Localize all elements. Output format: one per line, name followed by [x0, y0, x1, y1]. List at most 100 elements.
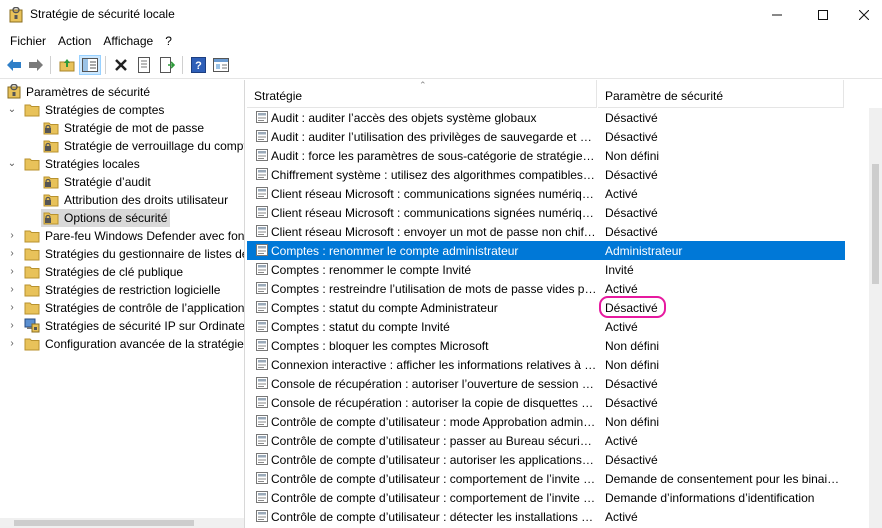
- policy-row[interactable]: Comptes : statut du compte Administrateu…: [247, 296, 845, 318]
- policy-row[interactable]: Contrôle de compte d’utilisateur : mode …: [247, 412, 845, 431]
- tree-item-label: Stratégies locales: [45, 157, 140, 171]
- maximize-button[interactable]: [800, 0, 846, 30]
- tree-item-ip-security[interactable]: › Stratégies de sécurité IP sur Ordinate…: [0, 317, 245, 335]
- toolbar: ?: [0, 52, 882, 79]
- chevron-down-icon[interactable]: ⌄: [7, 158, 17, 170]
- tree-item-account-policies[interactable]: ⌄ Stratégies de comptes: [0, 101, 244, 119]
- tree-item-security-options[interactable]: Options de sécurité: [0, 209, 244, 227]
- policy-row[interactable]: Console de récupération : autoriser l’ou…: [247, 374, 845, 393]
- delete-button[interactable]: [110, 55, 132, 75]
- lock-folder-icon: [43, 194, 59, 207]
- column-header-setting[interactable]: Paramètre de sécurité: [598, 80, 844, 108]
- policy-row[interactable]: Comptes : renommer le compte Invité Invit…: [247, 260, 845, 279]
- policy-row[interactable]: Comptes : bloquer les comptes Microsoft N…: [247, 336, 845, 355]
- properties-button[interactable]: [133, 55, 155, 75]
- console-button[interactable]: [210, 55, 232, 75]
- tree-item-software-restriction[interactable]: › Stratégies de restriction logicielle: [0, 281, 244, 299]
- menu-action[interactable]: Action: [52, 34, 97, 48]
- policy-name: Chiffrement système : utilisez des algor…: [271, 168, 597, 182]
- policy-row[interactable]: Contrôle de compte d’utilisateur : compo…: [247, 469, 845, 488]
- policy-name: Contrôle de compte d’utilisateur : autor…: [271, 453, 597, 467]
- policy-row[interactable]: Audit : auditer l’accès des objets systè…: [247, 108, 845, 127]
- menu-affichage[interactable]: Affichage: [97, 34, 159, 48]
- tree-item-security-settings[interactable]: Paramètres de sécurité: [0, 83, 244, 101]
- tree-item-application-control[interactable]: › Stratégies de contrôle de l’applicatio…: [0, 299, 244, 317]
- tree-item-local-policies[interactable]: ⌄ Stratégies locales: [0, 155, 244, 173]
- policy-row[interactable]: Chiffrement système : utilisez des algor…: [247, 165, 845, 184]
- chevron-right-icon[interactable]: ›: [7, 248, 17, 260]
- menu-fichier[interactable]: Fichier: [4, 34, 52, 48]
- back-button[interactable]: [3, 55, 25, 75]
- tree-item-advanced-audit[interactable]: › Configuration avancée de la stratégie …: [0, 335, 244, 353]
- policy-row[interactable]: Comptes : statut du compte Invité Activé: [247, 317, 845, 336]
- tree-item-user-rights[interactable]: Attribution des droits utilisateur: [0, 191, 244, 209]
- policy-name: Comptes : renommer le compte Invité: [271, 263, 472, 277]
- window-title: Stratégie de sécurité locale: [30, 7, 175, 21]
- policy-setting-icon: [256, 301, 268, 313]
- policy-row[interactable]: Console de récupération : autoriser la c…: [247, 393, 845, 412]
- security-setting-value: Désactivé: [605, 396, 658, 410]
- policy-setting-icon: [256, 225, 268, 237]
- tree-item-public-key[interactable]: › Stratégies de clé publique: [0, 263, 244, 281]
- chevron-right-icon[interactable]: ›: [7, 230, 17, 242]
- tree-horizontal-scrollbar[interactable]: [0, 518, 244, 528]
- policy-row[interactable]: Comptes : renommer le compte administrat…: [247, 241, 845, 260]
- tree-item-label: Stratégies du gestionnaire de listes de …: [45, 247, 244, 261]
- chevron-right-icon[interactable]: ›: [7, 338, 17, 350]
- minimize-button[interactable]: [754, 0, 800, 30]
- policy-name: Comptes : restreindre l’utilisation de m…: [271, 282, 597, 296]
- chevron-right-icon[interactable]: ›: [7, 266, 17, 278]
- tree-item-defender-firewall[interactable]: › Pare-feu Windows Defender avec fonctio…: [0, 227, 244, 245]
- policy-name: Client réseau Microsoft : envoyer un mot…: [271, 225, 597, 239]
- policy-setting-icon: [256, 130, 268, 142]
- security-setting-value: Demande de consentement pour les binaire…: [605, 472, 843, 486]
- toolbar-separator: [182, 56, 183, 74]
- security-setting-value: Activé: [605, 510, 638, 524]
- toolbar-separator: [105, 56, 106, 74]
- chevron-right-icon[interactable]: ›: [7, 302, 17, 314]
- delete-icon: [115, 59, 127, 71]
- tree-item-password-policy[interactable]: Stratégie de mot de passe: [0, 119, 244, 137]
- policy-name: Contrôle de compte d’utilisateur : compo…: [271, 491, 597, 505]
- export-list-button[interactable]: [156, 55, 178, 75]
- tree-item-label: Stratégie d’audit: [64, 175, 151, 189]
- tree-item-lockout-policy[interactable]: Stratégie de verrouillage du compte: [0, 137, 244, 155]
- policy-row[interactable]: Audit : auditer l’utilisation des privil…: [247, 127, 845, 146]
- chevron-down-icon[interactable]: ⌄: [7, 104, 17, 116]
- chevron-right-icon[interactable]: ›: [7, 284, 17, 296]
- list-vertical-scrollbar[interactable]: [869, 108, 882, 528]
- tree-item-label: Attribution des droits utilisateur: [64, 193, 229, 207]
- policy-row[interactable]: Client réseau Microsoft : communications…: [247, 203, 845, 222]
- policy-row[interactable]: Audit : force les paramètres de sous-cat…: [247, 146, 845, 165]
- policy-row[interactable]: Client réseau Microsoft : communications…: [247, 184, 845, 203]
- policy-setting-icon: [256, 263, 268, 275]
- tree-item-network-list-manager[interactable]: › Stratégies du gestionnaire de listes d…: [0, 245, 244, 263]
- show-hide-tree-button[interactable]: [79, 55, 101, 75]
- policy-row[interactable]: Client réseau Microsoft : envoyer un mot…: [247, 222, 845, 241]
- policy-row[interactable]: Contrôle de compte d’utilisateur : compo…: [247, 488, 845, 507]
- svg-text:?: ?: [195, 60, 202, 72]
- policy-row[interactable]: Contrôle de compte d’utilisateur : autor…: [247, 450, 845, 469]
- up-level-button[interactable]: [56, 55, 78, 75]
- policy-row[interactable]: Comptes : restreindre l’utilisation de m…: [247, 279, 845, 298]
- tree-item-label: Stratégies de sécurité IP sur Ordinateur…: [45, 319, 245, 333]
- policy-name: Client réseau Microsoft : communications…: [271, 187, 597, 201]
- forward-button[interactable]: [25, 55, 47, 75]
- folder-icon: [24, 338, 40, 351]
- policy-name: Audit : force les paramètres de sous-cat…: [271, 149, 597, 163]
- tree-item-label: Stratégies de comptes: [45, 103, 165, 117]
- tree-item-audit-policy[interactable]: Stratégie d’audit: [0, 173, 244, 191]
- menu-help[interactable]: ?: [159, 34, 178, 48]
- close-button[interactable]: [846, 0, 882, 30]
- properties-icon: [138, 57, 150, 73]
- policy-row[interactable]: Connexion interactive : afficher les inf…: [247, 355, 845, 374]
- help-button[interactable]: ?: [187, 55, 209, 75]
- policy-setting-icon: [256, 491, 268, 503]
- policy-row[interactable]: Contrôle de compte d’utilisateur : détec…: [247, 507, 845, 526]
- policy-row[interactable]: Contrôle de compte d’utilisateur : passe…: [247, 431, 845, 450]
- column-header-policy[interactable]: ⌃ Stratégie: [247, 80, 597, 108]
- scrollbar-thumb[interactable]: [872, 164, 879, 284]
- policy-name: Comptes : statut du compte Invité: [271, 320, 450, 334]
- scrollbar-thumb[interactable]: [14, 520, 194, 526]
- chevron-right-icon[interactable]: ›: [7, 320, 17, 332]
